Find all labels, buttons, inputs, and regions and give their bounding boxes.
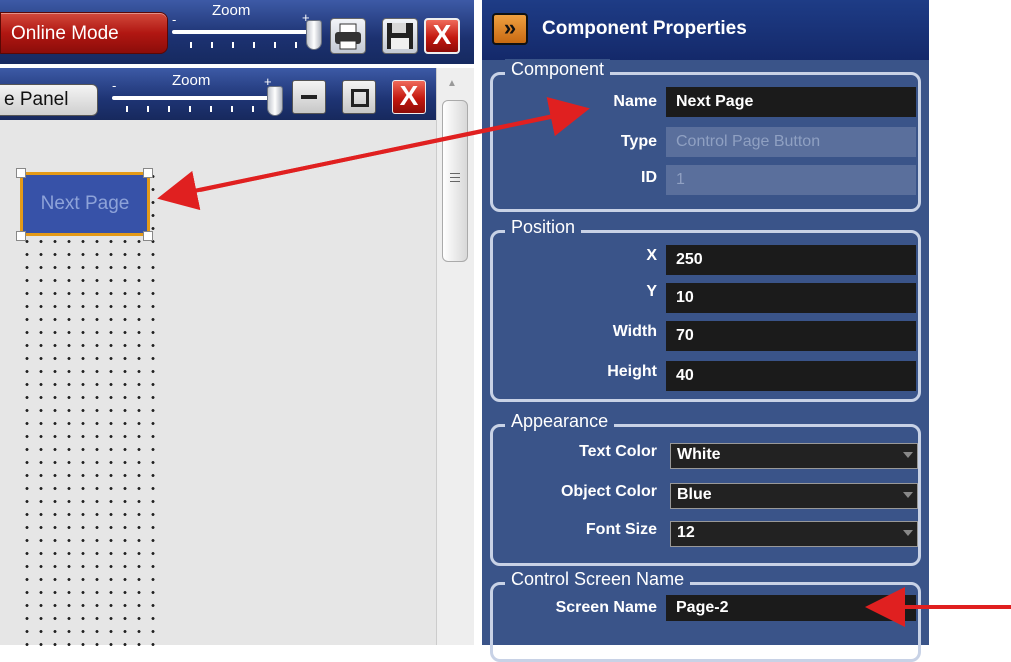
panel-zoom-ticks	[126, 106, 256, 112]
width-field[interactable]: 70	[666, 321, 916, 351]
position-group: Position X 250 Y 10 Width 70 Height 40	[490, 217, 921, 402]
panel-zoom-thumb[interactable]	[267, 86, 283, 116]
next-page-component[interactable]: Next Page	[20, 172, 150, 236]
text-color-label: Text Color	[579, 443, 657, 460]
close-icon: X	[399, 80, 419, 111]
panel-button[interactable]: e Panel	[0, 84, 98, 116]
scroll-grip	[450, 173, 460, 185]
y-field[interactable]: 10	[666, 283, 916, 313]
collapse-icon: »	[503, 15, 517, 40]
chevron-down-icon	[903, 492, 913, 498]
next-page-component-label: Next Page	[40, 193, 130, 214]
canvas-grid	[20, 170, 160, 650]
online-mode-button[interactable]: Online Mode	[0, 12, 168, 54]
resize-handle-top-right[interactable]	[143, 168, 153, 178]
maximize-button[interactable]	[342, 80, 376, 114]
name-label: Name	[613, 93, 657, 110]
object-color-value: Blue	[677, 486, 712, 503]
minimize-icon	[301, 95, 317, 99]
chevron-down-icon	[903, 530, 913, 536]
x-label: X	[646, 247, 657, 264]
type-label: Type	[620, 133, 657, 150]
panel-zoom-track	[112, 96, 272, 100]
vertical-scrollbar[interactable]: ▲	[436, 68, 475, 645]
scroll-thumb[interactable]	[442, 100, 468, 262]
control-screen-group: Control Screen Name Screen Name Page-2	[490, 569, 921, 662]
toolbar-zoom-slider[interactable]: Zoom - +	[172, 2, 322, 56]
resize-handle-top-left[interactable]	[16, 168, 26, 178]
position-group-title: Position	[505, 217, 582, 237]
font-size-label: Font Size	[585, 521, 657, 538]
toolbar-zoom-thumb[interactable]	[306, 20, 322, 50]
font-size-value: 12	[677, 524, 695, 541]
height-label: Height	[607, 363, 657, 380]
save-button[interactable]	[382, 18, 418, 54]
id-label: ID	[641, 169, 657, 186]
toolbar-zoom-label: Zoom	[212, 2, 251, 19]
id-field: 1	[666, 165, 916, 195]
component-properties-panel: » Component Properties Component Name Ne…	[482, 0, 929, 662]
text-color-value: White	[677, 446, 721, 463]
screen-name-label: Screen Name	[555, 599, 657, 616]
height-field[interactable]: 40	[666, 361, 916, 391]
screen-name-field[interactable]: Page-2	[666, 595, 916, 621]
y-label: Y	[646, 283, 657, 300]
properties-title: Component Properties	[542, 18, 747, 39]
control-screen-group-title: Control Screen Name	[505, 569, 691, 589]
panel-titlebar: e Panel Zoom - + X	[0, 68, 436, 120]
component-group: Component Name Next Page Type Control Pa…	[490, 59, 921, 212]
toolbar-zoom-minus: -	[172, 12, 177, 27]
toolbar-zoom-track	[172, 30, 312, 34]
panel-close-button[interactable]: X	[392, 80, 426, 114]
resize-handle-bottom-left[interactable]	[16, 231, 26, 241]
panel-zoom-slider[interactable]: Zoom - +	[112, 72, 283, 116]
design-canvas[interactable]: Next Page	[0, 120, 436, 650]
close-icon: X	[432, 19, 452, 50]
maximize-icon	[351, 89, 369, 107]
panel-zoom-label: Zoom	[172, 72, 211, 89]
save-icon	[387, 23, 413, 49]
collapse-button[interactable]: »	[492, 13, 528, 45]
printer-icon	[335, 23, 361, 50]
minimize-button[interactable]	[292, 80, 326, 114]
appearance-group-title: Appearance	[505, 411, 615, 431]
top-toolbar: Online Mode Zoom - + X	[0, 0, 474, 64]
object-color-select[interactable]: Blue	[670, 483, 918, 509]
scroll-up-icon[interactable]: ▲	[447, 78, 461, 90]
type-field: Control Page Button	[666, 127, 916, 157]
resize-handle-bottom-right[interactable]	[143, 231, 153, 241]
panel-zoom-minus: -	[112, 78, 117, 93]
name-field[interactable]: Next Page	[666, 87, 916, 117]
toolbar-zoom-ticks	[190, 42, 302, 48]
font-size-select[interactable]: 12	[670, 521, 918, 547]
width-label: Width	[612, 323, 657, 340]
chevron-down-icon	[903, 452, 913, 458]
properties-header: » Component Properties	[482, 0, 929, 60]
close-button[interactable]: X	[424, 18, 460, 54]
print-button[interactable]	[330, 18, 366, 54]
component-group-title: Component	[505, 59, 611, 79]
appearance-group: Appearance Text Color White Object Color…	[490, 411, 921, 566]
x-field[interactable]: 250	[666, 245, 916, 275]
text-color-select[interactable]: White	[670, 443, 918, 469]
object-color-label: Object Color	[560, 483, 657, 500]
